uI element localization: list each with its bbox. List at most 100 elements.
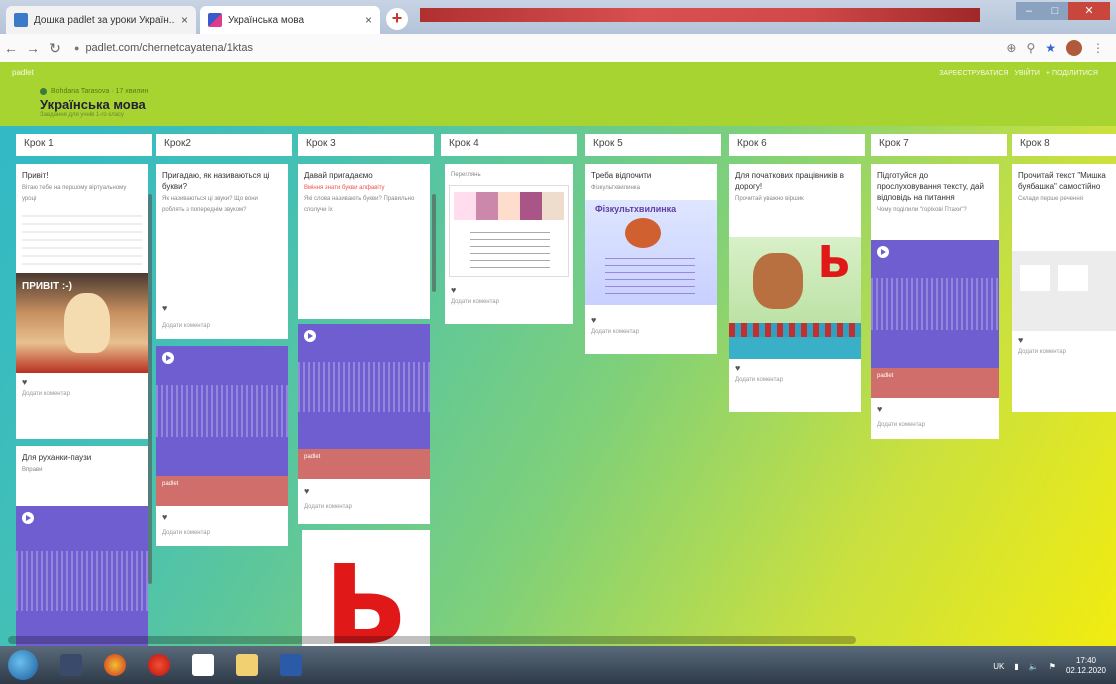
menu-icon[interactable]: ⋮ — [1092, 41, 1104, 55]
os-taskbar: UK ▮ 🔈 ⚑ 17:40 02.12.2020 — [0, 646, 1116, 684]
post-title: Давай пригадаємо — [304, 171, 373, 180]
tab-padlet-board[interactable]: Дошка padlet за уроки Україн... × — [6, 6, 196, 34]
post-body: Як називаються ці звуки? Що вони роблять… — [162, 196, 258, 213]
padlet-logo[interactable]: padlet — [12, 68, 34, 77]
minimize-icon[interactable]: – — [1016, 2, 1042, 20]
page-title: Українська мова — [40, 97, 146, 112]
reload-icon[interactable]: ↻ — [44, 40, 66, 57]
document-preview — [1012, 251, 1116, 331]
text-lines — [470, 226, 550, 270]
like-icon[interactable]: ♥ — [1012, 331, 1116, 345]
word-icon[interactable] — [280, 654, 302, 676]
waveform — [298, 361, 430, 412]
profile-avatar[interactable] — [1066, 40, 1082, 56]
add-comment-link[interactable]: Додати коментар — [1012, 345, 1116, 359]
post-card[interactable]: Ь — [302, 530, 430, 646]
flag-icon[interactable]: ⚑ — [1049, 662, 1056, 671]
extension-icon[interactable]: ⊕ — [1006, 41, 1016, 55]
bookmark-star-icon[interactable]: ★ — [1045, 41, 1056, 55]
clock-time: 17:40 — [1075, 656, 1096, 665]
zoom-icon[interactable]: ⚲ — [1026, 41, 1035, 55]
add-comment-link[interactable]: Додати коментар — [871, 418, 931, 432]
new-tab-button[interactable]: + — [386, 8, 408, 30]
post-body: Прочитай уважно віршик — [735, 196, 804, 202]
column-title: Крок 7 — [871, 134, 1007, 156]
post-card[interactable]: Переглянь ♥ Додати коментар — [445, 164, 573, 324]
lock-icon: ● — [74, 43, 80, 53]
like-icon[interactable]: ♥ — [156, 299, 173, 313]
audio-player[interactable] — [871, 240, 999, 368]
close-tab-icon[interactable]: × — [365, 13, 372, 27]
close-window-icon[interactable]: ✕ — [1068, 2, 1110, 20]
chrome-icon[interactable] — [104, 654, 126, 676]
like-icon[interactable]: ♥ — [729, 359, 861, 373]
column-scrollbar[interactable] — [148, 194, 152, 584]
browser-tab-bar: Дошка padlet за уроки Україн... × Україн… — [0, 0, 1116, 34]
puppy-image: ПРИВІТ :-) — [16, 273, 148, 373]
letters-image — [449, 185, 569, 277]
signup-link[interactable]: ЗАРЕЄСТРУВАТИСЯ — [939, 70, 1008, 77]
network-icon[interactable]: ▮ — [1014, 662, 1018, 671]
post-card[interactable]: Підготуйся до прослуховування тексту, да… — [871, 164, 999, 439]
post-card[interactable]: Давай пригадаємо Вміння знати букви алфа… — [298, 164, 430, 319]
add-comment-link[interactable]: Додати коментар — [298, 500, 358, 514]
board-horizontal-scrollbar[interactable] — [8, 636, 856, 644]
like-icon[interactable]: ♥ — [585, 311, 717, 325]
play-icon[interactable] — [304, 330, 316, 342]
author-avatar — [40, 88, 47, 95]
opera-icon[interactable] — [148, 654, 170, 676]
clock-date: 02.12.2020 — [1065, 666, 1106, 675]
audio-player[interactable] — [156, 346, 288, 476]
like-icon[interactable]: ♥ — [16, 373, 148, 387]
share-button[interactable]: + ПОДІЛИТИСЯ — [1046, 70, 1098, 77]
column-krok-8: Крок 8 Прочитай текст "Мишка буябашка" с… — [1012, 134, 1116, 412]
play-icon[interactable] — [22, 512, 34, 524]
tab-ukrainian[interactable]: Українська мова × — [200, 6, 380, 34]
audio-player[interactable] — [298, 324, 430, 449]
post-card[interactable]: Прочитай текст "Мишка буябашка" самостій… — [1012, 164, 1116, 412]
post-card[interactable]: padlet ♥ Додати коментар — [156, 346, 288, 546]
maximize-icon[interactable]: □ — [1042, 2, 1068, 20]
post-card[interactable]: padlet ♥ Додати коментар — [298, 324, 430, 524]
padlet-favicon — [14, 13, 28, 27]
column-scrollbar[interactable] — [432, 194, 436, 292]
post-card[interactable]: Пригадаю, як називаються ці букви? Як на… — [156, 164, 288, 339]
play-icon[interactable] — [877, 246, 889, 258]
like-icon[interactable]: ♥ — [298, 482, 315, 496]
post-card[interactable]: Привіт! Вітаю тебе на першому віртуально… — [16, 164, 148, 439]
clock[interactable]: 17:40 02.12.2020 — [1066, 656, 1106, 676]
doc-block — [1020, 265, 1050, 291]
post-body: Вітаю тебе на першому віртуальному уроці — [22, 185, 127, 202]
start-button[interactable] — [8, 650, 38, 680]
post-card[interactable]: Для руханки-паузи Вправи — [16, 446, 148, 646]
forward-icon[interactable]: → — [22, 40, 44, 56]
post-card[interactable]: Треба відпочити Фізкультхвилинка Фізкуль… — [585, 164, 717, 354]
like-icon[interactable]: ♥ — [445, 281, 573, 295]
post-body: Фізкультхвилинка — [591, 185, 640, 191]
volume-icon[interactable]: 🔈 — [1029, 662, 1039, 671]
back-icon[interactable]: ← — [0, 40, 22, 56]
like-icon[interactable]: ♥ — [871, 400, 888, 414]
system-tray: UK ▮ 🔈 ⚑ 17:40 02.12.2020 — [993, 656, 1106, 676]
add-comment-link[interactable]: Додати коментар — [16, 387, 148, 401]
audio-player[interactable] — [16, 506, 148, 646]
folder-icon[interactable] — [236, 654, 258, 676]
add-comment-link[interactable]: Додати коментар — [156, 526, 216, 540]
post-card[interactable]: Для початкових працівників в дорогу! Про… — [729, 164, 861, 412]
add-comment-link[interactable]: Додати коментар — [729, 373, 861, 387]
paw-app-icon[interactable] — [192, 654, 214, 676]
close-tab-icon[interactable]: × — [181, 13, 188, 27]
like-icon[interactable]: ♥ — [156, 508, 173, 522]
address-bar: ← → ↻ ● padlet.com/chernetcayatena/1ktas… — [0, 34, 1116, 63]
language-indicator[interactable]: UK — [993, 662, 1004, 671]
add-comment-link[interactable]: Додати коментар — [585, 325, 717, 339]
add-comment-link[interactable]: Додати коментар — [445, 295, 573, 309]
url-field[interactable]: ● padlet.com/chernetcayatena/1ktas — [74, 38, 1006, 58]
login-link[interactable]: УВІЙТИ — [1015, 70, 1040, 77]
image-caption: ПРИВІТ :-) — [22, 281, 72, 292]
media-icon[interactable] — [60, 654, 82, 676]
column-title: Крок 3 — [298, 134, 434, 156]
post-body-highlight: Вміння знати букви алфавіту — [304, 185, 385, 191]
add-comment-link[interactable]: Додати коментар — [156, 319, 216, 333]
play-icon[interactable] — [162, 352, 174, 364]
